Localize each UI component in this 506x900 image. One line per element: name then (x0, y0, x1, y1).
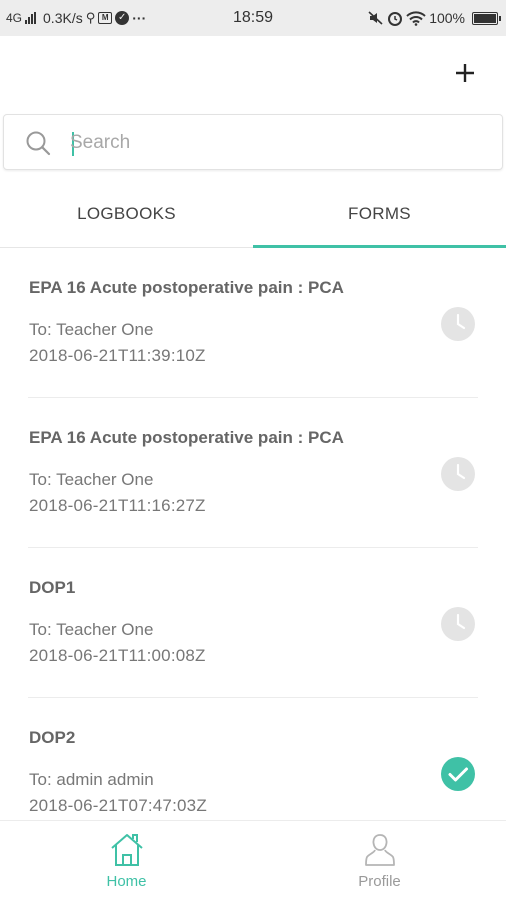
nav-profile-label: Profile (358, 873, 401, 890)
form-title: DOP1 (29, 578, 76, 597)
form-title: DOP2 (29, 728, 76, 747)
tab-logbooks[interactable]: LOGBOOKS (0, 180, 253, 247)
add-button[interactable] (448, 56, 482, 90)
clock-icon (441, 307, 475, 341)
forms-list: EPA 16 Acute postoperative pain : PCA To… (0, 248, 506, 848)
form-date: 2018-06-21T11:00:08Z (29, 646, 206, 665)
battery-icon (472, 11, 501, 25)
tab-forms[interactable]: FORMS (253, 180, 506, 248)
wifi-icon (406, 10, 426, 26)
nav-profile[interactable]: Profile (253, 821, 506, 900)
form-date: 2018-06-21T11:16:27Z (29, 496, 206, 515)
clock-icon (441, 607, 475, 641)
list-item[interactable]: DOP1 To: Teacher One 2018-06-21T11:00:08… (28, 548, 478, 698)
nav-home-label: Home (106, 873, 147, 890)
tab-bar: LOGBOOKS FORMS (0, 180, 506, 248)
form-recipient: To: Teacher One (29, 320, 154, 339)
tab-forms-label: FORMS (348, 203, 411, 223)
plus-icon (456, 64, 474, 82)
search-icon (26, 131, 51, 156)
tab-logbooks-label: LOGBOOKS (77, 203, 176, 223)
list-item[interactable]: EPA 16 Acute postoperative pain : PCA To… (28, 248, 478, 398)
status-bar: 4G 0.3K/s ⚲ M ✓ ··· 18:59 100% (0, 0, 506, 36)
form-recipient: To: Teacher One (29, 620, 154, 639)
profile-icon (364, 834, 395, 866)
form-date: 2018-06-21T07:47:03Z (29, 796, 207, 815)
home-icon (110, 834, 143, 866)
alarm-icon (388, 12, 403, 26)
search-bar[interactable] (3, 114, 503, 170)
mute-icon (368, 11, 383, 25)
form-recipient: To: Teacher One (29, 470, 154, 489)
bottom-nav: Home Profile (0, 820, 506, 900)
status-right: 100% (368, 10, 501, 26)
nav-home[interactable]: Home (0, 821, 253, 900)
form-recipient: To: admin admin (29, 770, 154, 789)
form-title: EPA 16 Acute postoperative pain : PCA (29, 428, 344, 447)
form-date: 2018-06-21T11:39:10Z (29, 346, 206, 365)
search-input[interactable] (70, 129, 470, 157)
battery-percent: 100% (429, 10, 465, 26)
check-circle-icon (441, 757, 475, 791)
form-title: EPA 16 Acute postoperative pain : PCA (29, 278, 344, 297)
clock-icon (441, 457, 475, 491)
list-item[interactable]: EPA 16 Acute postoperative pain : PCA To… (28, 398, 478, 548)
